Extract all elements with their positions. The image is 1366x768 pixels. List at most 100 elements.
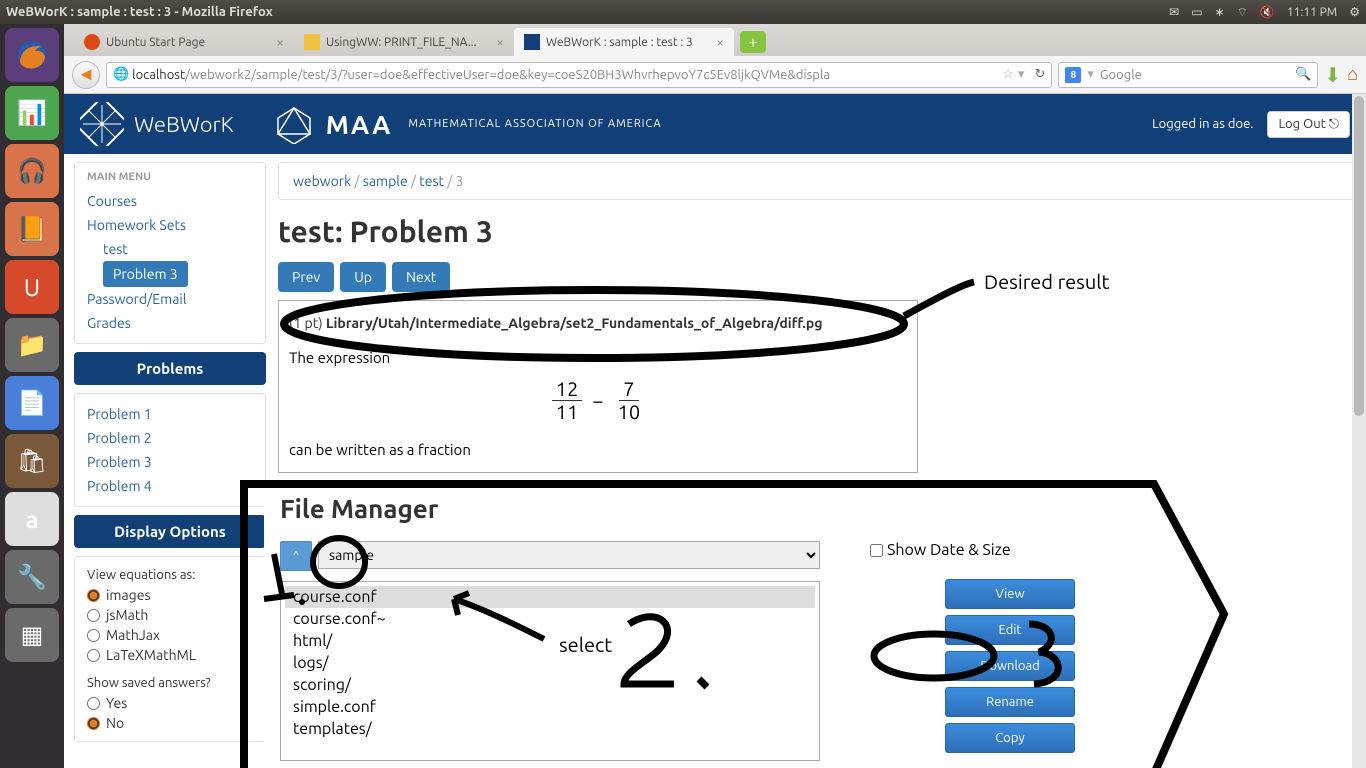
radio-no[interactable]: No — [87, 713, 253, 733]
sidebar-problem-2[interactable]: Problem 2 — [87, 426, 253, 450]
fm-up-button[interactable]: ^ — [280, 541, 312, 571]
fm-edit-button[interactable]: Edit — [945, 615, 1075, 645]
radio-images[interactable]: images — [87, 585, 253, 605]
gnome-top-panel: WeBWorK : sample : test : 3 - Mozilla Fi… — [0, 0, 1366, 24]
url-bar[interactable]: 🌐 localhost/webwork2/sample/test/3/?user… — [106, 62, 1052, 88]
up-button[interactable]: Up — [340, 262, 386, 292]
favicon — [304, 34, 320, 50]
launcher-libreoffice-calc[interactable]: 📊 — [5, 86, 59, 140]
globe-icon: 🌐 — [113, 67, 129, 82]
wifi-icon[interactable]: ⌔ — [1237, 5, 1248, 20]
webwork-logo[interactable]: WeBWorK — [80, 102, 234, 146]
mail-icon[interactable]: ✉ — [1169, 5, 1179, 19]
breadcrumb-test[interactable]: test — [419, 173, 444, 189]
launcher-app[interactable]: 🛍 — [5, 434, 59, 488]
prev-button[interactable]: Prev — [278, 262, 334, 292]
close-icon[interactable]: × — [716, 34, 724, 50]
launcher-ubuntu-one[interactable]: 🎧 — [5, 144, 59, 198]
bluetooth-icon[interactable]: ∗ — [1215, 5, 1225, 19]
breadcrumb-webwork[interactable]: webwork — [293, 173, 351, 189]
close-icon[interactable]: × — [496, 34, 504, 50]
tab-strip: Ubuntu Start Page × UsingWW: PRINT_FILE_… — [64, 24, 1366, 56]
sidebar-courses[interactable]: Courses — [87, 189, 253, 213]
back-button[interactable]: ◄ — [72, 61, 100, 89]
launcher-files[interactable]: 📁 — [5, 318, 59, 372]
fm-file-item[interactable]: scoring/ — [285, 674, 815, 696]
problems-heading: Problems — [74, 352, 266, 385]
logout-button[interactable]: Log Out ⎋ — [1267, 111, 1350, 138]
fm-show-date-checkbox[interactable]: Show Date & Size — [870, 541, 1150, 559]
launcher-software-center[interactable]: U — [5, 260, 59, 314]
launcher-libreoffice-impress[interactable]: 📙 — [5, 202, 59, 256]
launcher-firefox[interactable] — [5, 28, 59, 82]
sidebar-grades[interactable]: Grades — [87, 311, 253, 335]
search-placeholder: Google — [1100, 68, 1142, 82]
tab-ubuntu-start[interactable]: Ubuntu Start Page × — [74, 28, 294, 56]
launcher-libreoffice-writer[interactable]: 📄 — [5, 376, 59, 430]
fm-file-item[interactable]: html/ — [285, 630, 815, 652]
search-icon[interactable]: 🔍 — [1295, 67, 1311, 82]
fm-copy-button[interactable]: Copy — [945, 723, 1075, 753]
new-tab-button[interactable]: + — [740, 31, 766, 53]
maa-logo[interactable]: MAA MATHEMATICAL ASSOCIATION OF AMERICA — [274, 104, 662, 144]
fm-download-button[interactable]: Download — [945, 651, 1075, 681]
page-scrollbar[interactable] — [1352, 94, 1366, 768]
breadcrumb-current: 3 — [456, 173, 464, 189]
google-icon: 8 — [1065, 67, 1081, 83]
radio-jsmath[interactable]: jsMath — [87, 605, 253, 625]
sidebar-homework-sets[interactable]: Homework Sets — [87, 213, 253, 237]
radio-latexmathml[interactable]: LaTeXMathML — [87, 645, 253, 665]
favicon — [524, 34, 540, 50]
webwork-title: WeBWorK — [134, 112, 234, 137]
problem-nav: Prev Up Next — [278, 262, 1356, 292]
reload-icon[interactable]: ↻ — [1034, 67, 1045, 82]
clock[interactable]: 11:11 PM — [1287, 6, 1337, 19]
tab-label: WeBWorK : sample : test : 3 — [546, 36, 693, 49]
close-icon[interactable]: × — [276, 34, 284, 50]
sidebar-test[interactable]: test — [87, 237, 253, 261]
sidebar-problem-3[interactable]: Problem 3 — [87, 450, 253, 474]
fm-file-item[interactable]: simple.conf — [285, 696, 815, 718]
fm-rename-button[interactable]: Rename — [945, 687, 1075, 717]
fm-path-select[interactable]: sample — [318, 541, 820, 569]
radio-yes[interactable]: Yes — [87, 693, 253, 713]
launcher-settings[interactable]: 🔧 — [5, 550, 59, 604]
window-title: WeBWorK : sample : test : 3 - Mozilla Fi… — [6, 5, 1169, 19]
url-path: /webwork2/sample/test/3/?user=doe&effect… — [185, 68, 830, 82]
power-icon[interactable]: ⚙ — [1349, 5, 1360, 19]
sidebar-password[interactable]: Password/Email — [87, 287, 253, 311]
tab-webwork[interactable]: WeBWorK : sample : test : 3 × — [514, 28, 734, 56]
next-button[interactable]: Next — [392, 262, 450, 292]
fm-file-item[interactable]: logs/ — [285, 652, 815, 674]
ubuntu-icon — [84, 34, 100, 50]
sidebar-problem-1[interactable]: Problem 1 — [87, 402, 253, 426]
home-icon[interactable]: ⌂ — [1347, 64, 1358, 85]
tab-usingww[interactable]: UsingWW: PRINT_FILE_NA... × — [294, 28, 514, 56]
fm-file-item[interactable]: templates/ — [285, 718, 815, 740]
download-icon[interactable]: ⬇ — [1324, 63, 1341, 87]
dropdown-icon[interactable]: ▾ — [1018, 67, 1025, 82]
fm-file-list[interactable]: course.conf course.conf~ html/ logs/ sco… — [280, 581, 820, 761]
volume-icon[interactable]: 🔇 — [1260, 5, 1275, 19]
bookmark-icon[interactable]: ☆ — [1002, 67, 1014, 82]
page-content: WeBWorK MAA MATHEMATICAL ASSOCIATION OF … — [64, 94, 1366, 768]
breadcrumb-sample[interactable]: sample — [363, 173, 408, 189]
sidebar-problem-4[interactable]: Problem 4 — [87, 474, 253, 498]
launcher-workspace[interactable]: ▦ — [5, 608, 59, 662]
problem-text-1: The expression — [289, 349, 907, 366]
fm-file-item[interactable]: course.conf~ — [285, 608, 815, 630]
fm-view-button[interactable]: View — [945, 579, 1075, 609]
display-options-heading: Display Options — [74, 515, 266, 548]
url-host: localhost — [132, 68, 185, 82]
search-bar[interactable]: 8 ▾ Google 🔍 — [1058, 62, 1318, 88]
sidebar-problem3-active[interactable]: Problem 3 — [103, 261, 188, 287]
fm-file-item[interactable]: course.conf — [285, 586, 815, 608]
problem-path: (1 pt) Library/Utah/Intermediate_Algebra… — [289, 315, 907, 331]
main-menu-heading: MAIN MENU — [87, 171, 253, 183]
scrollbar-thumb[interactable] — [1354, 96, 1364, 416]
radio-mathjax[interactable]: MathJax — [87, 625, 253, 645]
unity-launcher: 📊 🎧 📙 U 📁 📄 🛍 a 🔧 ▦ — [0, 24, 64, 768]
battery-icon[interactable]: ▭ — [1191, 5, 1202, 19]
launcher-amazon[interactable]: a — [5, 492, 59, 546]
dropdown-icon[interactable]: ▾ — [1087, 67, 1094, 82]
